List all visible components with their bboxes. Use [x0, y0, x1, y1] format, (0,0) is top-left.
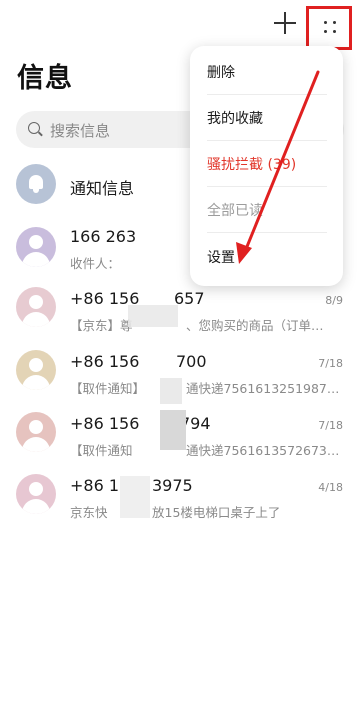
avatar — [16, 474, 56, 514]
conversation-name: +86 156 — [70, 352, 140, 371]
conversation-name: +86 156 — [70, 414, 140, 433]
menu-item-mark-all-read: 全部已读 — [207, 203, 263, 219]
menu-divider — [207, 232, 327, 233]
conversation-date: 8/9 — [325, 294, 343, 307]
conversation-date: 7/18 — [318, 419, 343, 432]
conversation-preview-tail: 、您购买的商品（订单… — [186, 318, 324, 333]
plus-icon[interactable] — [274, 12, 296, 34]
bell-icon — [27, 173, 45, 193]
search-input[interactable]: 搜索信息 — [50, 120, 110, 141]
menu-divider — [207, 140, 327, 141]
conversation-name: 166 263 — [70, 227, 137, 246]
conversation-preview: 【取件通知】 — [70, 381, 146, 396]
conversation-preview: 【取件通知 — [70, 443, 133, 458]
search-icon — [28, 122, 40, 134]
more-dots-icon — [324, 21, 336, 33]
redaction-block — [128, 305, 178, 327]
conversation-preview: 【京东】尊 — [70, 318, 133, 333]
menu-divider — [207, 186, 327, 187]
conversation-name: +86 1 — [70, 476, 120, 495]
menu-item-spam-block[interactable]: 骚扰拦截 (39) — [207, 154, 296, 174]
redaction-block — [120, 476, 150, 518]
more-options-button[interactable] — [306, 6, 352, 50]
conversation-preview-tail: 通快递7561613251987… — [186, 381, 340, 396]
menu-item-favorites[interactable]: 我的收藏 — [207, 108, 263, 128]
redaction-block — [160, 410, 186, 450]
top-bar — [0, 0, 360, 50]
avatar — [16, 164, 56, 204]
redaction-block — [160, 378, 182, 404]
page-title: 信息 — [17, 63, 73, 94]
conversation-date: 7/18 — [318, 357, 343, 370]
menu-item-delete[interactable]: 删除 — [207, 62, 235, 82]
conversation-preview: 京东快 — [70, 505, 108, 520]
conversation-date: 4/18 — [318, 481, 343, 494]
avatar — [16, 227, 56, 267]
conversation-name-tail: 657 — [174, 289, 205, 308]
avatar — [16, 412, 56, 452]
menu-item-settings[interactable]: 设置 — [207, 247, 235, 267]
conversation-name-tail: 700 — [176, 352, 207, 371]
conversation-name-tail: 3975 — [152, 476, 193, 495]
overflow-menu: 删除 我的收藏 骚扰拦截 (39) 全部已读 设置 — [190, 46, 343, 286]
conversation-preview-tail: 放15楼电梯口桌子上了 — [152, 505, 281, 520]
avatar — [16, 287, 56, 327]
conversation-preview-tail: 通快递7561613572673… — [186, 443, 340, 458]
conversation-row[interactable]: +86 1 3975 京东快 放15楼电梯口桌子上了 4/18 — [0, 474, 360, 534]
conversation-name: 通知信息 — [70, 179, 135, 198]
conversation-row[interactable]: +86 156 657 【京东】尊 、您购买的商品（订单… 8/9 — [0, 287, 360, 347]
conversation-preview: 收件人： — [70, 256, 121, 271]
avatar — [16, 350, 56, 390]
menu-divider — [207, 94, 327, 95]
